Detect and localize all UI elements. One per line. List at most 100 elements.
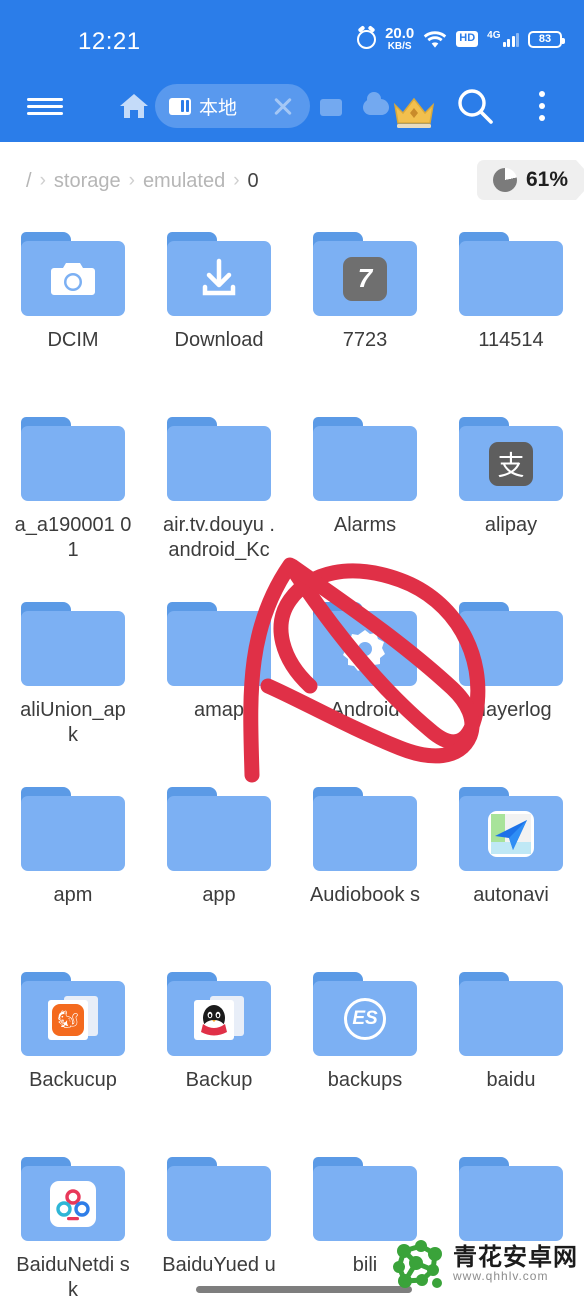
file-name: Backup <box>185 1069 253 1091</box>
file-item[interactable]: 114514 <box>438 222 584 407</box>
file-item[interactable]: BaiduNetdi sk <box>0 1147 146 1297</box>
file-name: backups <box>327 1069 403 1091</box>
folder-icon <box>167 787 271 871</box>
storage-badge[interactable]: 61% <box>476 160 584 200</box>
file-item[interactable]: 🐿 Backucup <box>0 962 146 1147</box>
folder-icon <box>459 232 563 316</box>
folder-body <box>21 611 125 686</box>
folder-body <box>21 426 125 501</box>
cloud-tab[interactable] <box>363 92 389 115</box>
scroll-indicator[interactable] <box>196 1286 412 1293</box>
file-item[interactable]: Alarms <box>292 407 438 592</box>
folder-icon <box>167 232 271 316</box>
file-item[interactable]: 支 alipay <box>438 407 584 592</box>
file-item[interactable]: a_a190001 01 <box>0 407 146 592</box>
status-bar: 12:21 20.0 KB/S HD 4G 83 <box>0 0 584 66</box>
status-clock: 12:21 <box>78 28 141 55</box>
file-item[interactable]: Download <box>146 222 292 407</box>
home-icon[interactable] <box>114 74 154 138</box>
watermark-url: www.qhhlv.com <box>453 1269 549 1284</box>
pie-chart-icon <box>492 168 517 192</box>
file-item[interactable]: 7 7723 <box>292 222 438 407</box>
file-name: BaiduNetdi sk <box>16 1254 130 1297</box>
gear-icon <box>313 611 417 686</box>
breadcrumb-item-emulated[interactable]: emulated <box>143 170 225 193</box>
battery-level: 83 <box>538 33 552 45</box>
file-name: playerlog <box>470 699 552 721</box>
file-item[interactable]: autonavi <box>438 777 584 962</box>
file-item[interactable]: air.tv.douyu .android_Kc <box>146 407 292 592</box>
download-icon <box>167 241 271 316</box>
search-icon[interactable] <box>450 74 500 138</box>
file-item[interactable]: ES backups <box>292 962 438 1147</box>
file-name: autonavi <box>473 884 549 906</box>
file-name: air.tv.douyu .android_Kc <box>163 514 275 561</box>
folder-body <box>21 796 125 871</box>
breadcrumb-item-storage[interactable]: storage <box>54 170 121 193</box>
file-item[interactable]: amap <box>146 592 292 777</box>
file-name: a_a190001 01 <box>14 514 132 561</box>
file-item[interactable]: Backup <box>146 962 292 1147</box>
file-name: Android <box>330 699 400 721</box>
sdcard-icon <box>169 97 191 115</box>
file-name: apm <box>53 884 93 906</box>
folder-icon <box>313 602 417 686</box>
autonavi-map-icon <box>459 796 563 871</box>
folder-body <box>167 796 271 871</box>
file-item[interactable]: DCIM <box>0 222 146 407</box>
folder-icon: ES <box>313 972 417 1056</box>
file-item[interactable]: app <box>146 777 292 962</box>
file-name: app <box>202 884 236 906</box>
hd-icon: HD <box>456 31 479 47</box>
folder-body <box>459 981 563 1056</box>
network-type-label: 4G <box>487 29 501 41</box>
file-name: 114514 <box>478 329 544 351</box>
folder-icon: 🐿 <box>21 972 125 1056</box>
chevron-right-icon: › <box>39 170 46 191</box>
folder-body <box>167 611 271 686</box>
folder-body <box>459 241 563 316</box>
camera-icon <box>21 241 125 316</box>
breadcrumb-item-root[interactable]: / <box>26 170 32 193</box>
folder-icon <box>21 602 125 686</box>
file-item[interactable]: Android <box>292 592 438 777</box>
signal-icon <box>502 32 519 47</box>
folder-icon <box>313 787 417 871</box>
crown-icon[interactable] <box>392 96 436 135</box>
file-item[interactable]: BaiduYued u <box>146 1147 292 1297</box>
file-item[interactable]: aliUnion_ap k <box>0 592 146 777</box>
watermark-title: 青花安卓网 <box>453 1244 578 1272</box>
alarm-icon <box>357 29 377 49</box>
sdcard-tab[interactable] <box>320 99 342 116</box>
breadcrumb-item-0[interactable]: 0 <box>248 170 259 193</box>
folder-icon <box>459 1157 563 1241</box>
qq-penguin-icon <box>167 981 271 1056</box>
folder-icon <box>167 602 271 686</box>
file-item[interactable]: playerlog <box>438 592 584 777</box>
battery-icon: 83 <box>528 30 565 48</box>
app-7723-icon: 7 <box>313 241 417 316</box>
file-name: alipay <box>484 514 538 536</box>
more-vertical-icon[interactable] <box>522 74 562 138</box>
file-grid: DCIM Download 7 7723 114514 a_a190001 01 air.t… <box>0 222 584 1297</box>
watermark: 青花安卓网 www.qhhlv.com <box>391 1239 578 1289</box>
top-toolbar: 本地 <box>0 74 584 138</box>
close-icon[interactable] <box>272 96 294 118</box>
file-item[interactable]: baidu <box>438 962 584 1147</box>
folder-body <box>313 796 417 871</box>
hamburger-menu-icon[interactable] <box>22 74 68 138</box>
file-item[interactable]: Audiobook s <box>292 777 438 962</box>
file-name: baidu <box>486 1069 536 1091</box>
file-name: 7723 <box>342 329 388 351</box>
folder-icon <box>21 232 125 316</box>
file-item[interactable]: apm <box>0 777 146 962</box>
folder-icon <box>21 1157 125 1241</box>
folder-icon <box>21 787 125 871</box>
alipay-icon: 支 <box>459 426 563 501</box>
folder-body <box>167 426 271 501</box>
file-name: amap <box>193 699 245 721</box>
folder-icon: 支 <box>459 417 563 501</box>
file-name: Backucup <box>29 1069 117 1091</box>
folder-icon <box>167 1157 271 1241</box>
folder-icon: 7 <box>313 232 417 316</box>
